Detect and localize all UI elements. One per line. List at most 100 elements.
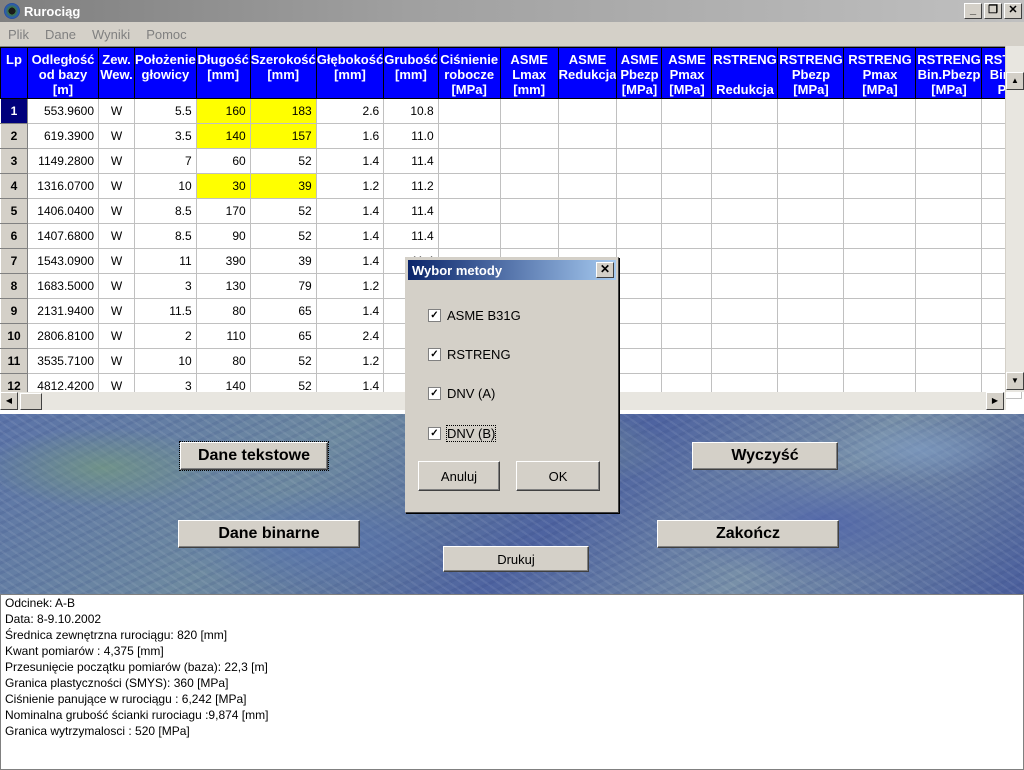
table-cell[interactable]: 2.6 xyxy=(315,98,385,124)
table-cell[interactable] xyxy=(499,123,559,149)
table-cell[interactable]: 3.5 xyxy=(134,123,197,149)
table-cell[interactable]: W xyxy=(98,348,135,374)
table-cell[interactable]: 8.5 xyxy=(134,223,197,249)
table-cell[interactable] xyxy=(915,198,983,224)
table-cell[interactable] xyxy=(616,123,663,149)
table-cell[interactable] xyxy=(616,173,663,199)
table-cell[interactable] xyxy=(499,98,559,124)
minimize-button[interactable]: _ xyxy=(964,3,982,19)
table-cell[interactable] xyxy=(499,198,559,224)
table-cell[interactable] xyxy=(437,198,501,224)
table-cell[interactable] xyxy=(915,248,983,274)
row-number[interactable]: 10 xyxy=(0,323,28,349)
checkbox-asme[interactable]: ✓ xyxy=(428,309,441,322)
table-cell[interactable]: 1.2 xyxy=(315,273,385,299)
table-cell[interactable] xyxy=(843,323,917,349)
table-cell[interactable] xyxy=(843,98,917,124)
checkbox-dnv-b[interactable]: ✓ xyxy=(428,427,441,440)
table-cell[interactable] xyxy=(711,223,779,249)
menu-plik[interactable]: Plik xyxy=(0,27,37,42)
table-cell[interactable] xyxy=(777,298,845,324)
table-cell[interactable] xyxy=(661,173,713,199)
table-cell[interactable] xyxy=(843,298,917,324)
table-cell[interactable]: 39 xyxy=(249,248,317,274)
table-cell[interactable]: 130 xyxy=(195,273,251,299)
table-cell[interactable]: 52 xyxy=(249,348,317,374)
zakoncz-button[interactable]: Zakończ xyxy=(657,520,839,548)
table-cell[interactable] xyxy=(711,298,779,324)
column-header[interactable]: RSTRENG Bin.Pbezp [MPa] xyxy=(915,47,983,99)
table-cell[interactable] xyxy=(616,298,663,324)
table-cell[interactable] xyxy=(437,148,501,174)
table-cell[interactable] xyxy=(557,173,618,199)
table-cell[interactable]: 80 xyxy=(195,298,251,324)
table-cell[interactable] xyxy=(616,98,663,124)
table-cell[interactable]: 1149.2800 xyxy=(27,148,99,174)
table-cell[interactable]: 619.3900 xyxy=(27,123,99,149)
table-cell[interactable] xyxy=(661,148,713,174)
table-cell[interactable]: 79 xyxy=(249,273,317,299)
table-cell[interactable]: 90 xyxy=(195,223,251,249)
table-cell[interactable] xyxy=(915,223,983,249)
table-cell[interactable]: 553.9600 xyxy=(27,98,99,124)
table-cell[interactable]: 183 xyxy=(249,98,317,124)
table-cell[interactable]: 52 xyxy=(249,223,317,249)
table-cell[interactable] xyxy=(557,98,618,124)
row-number[interactable]: 4 xyxy=(0,173,28,199)
column-header[interactable]: Ciśnienie robocze [MPa] xyxy=(437,47,501,99)
table-cell[interactable]: 1683.5000 xyxy=(27,273,99,299)
table-row[interactable]: 1 553.9600 W 5.5 160 183 2.6 10.8 xyxy=(0,98,1023,124)
table-cell[interactable] xyxy=(661,273,713,299)
table-cell[interactable] xyxy=(557,123,618,149)
table-cell[interactable]: 11.0 xyxy=(383,123,439,149)
table-cell[interactable] xyxy=(661,298,713,324)
table-cell[interactable]: 1407.6800 xyxy=(27,223,99,249)
table-cell[interactable]: 7 xyxy=(134,148,197,174)
column-header[interactable]: Odległość od bazy [m] xyxy=(27,47,99,99)
checkbox-rstreng[interactable]: ✓ xyxy=(428,348,441,361)
table-cell[interactable] xyxy=(843,123,917,149)
table-cell[interactable]: 2131.9400 xyxy=(27,298,99,324)
column-header[interactable]: ASME Pbezp [MPa] xyxy=(616,47,663,99)
column-header[interactable]: Położenie głowicy xyxy=(134,47,197,99)
table-cell[interactable]: 390 xyxy=(195,248,251,274)
table-cell[interactable]: 30 xyxy=(195,173,251,199)
table-cell[interactable] xyxy=(843,248,917,274)
table-cell[interactable]: 157 xyxy=(249,123,317,149)
table-cell[interactable] xyxy=(616,323,663,349)
column-header[interactable]: Głębokość [mm] xyxy=(315,47,385,99)
table-cell[interactable]: 1543.0900 xyxy=(27,248,99,274)
table-cell[interactable]: W xyxy=(98,298,135,324)
table-cell[interactable]: 1.2 xyxy=(315,173,385,199)
scroll-left-icon[interactable]: ◀ xyxy=(0,392,18,410)
table-cell[interactable]: 39 xyxy=(249,173,317,199)
table-cell[interactable]: 52 xyxy=(249,148,317,174)
table-cell[interactable] xyxy=(499,148,559,174)
table-cell[interactable] xyxy=(661,223,713,249)
scroll-down-icon[interactable]: ▼ xyxy=(1006,372,1024,390)
table-cell[interactable] xyxy=(843,348,917,374)
table-cell[interactable] xyxy=(843,273,917,299)
table-cell[interactable]: 1.4 xyxy=(315,198,385,224)
table-cell[interactable] xyxy=(437,173,501,199)
table-cell[interactable]: 11.4 xyxy=(383,223,439,249)
row-number[interactable]: 9 xyxy=(0,298,28,324)
table-cell[interactable] xyxy=(843,223,917,249)
info-textarea[interactable]: Odcinek: A-B Data: 8-9.10.2002 Średnica ze… xyxy=(0,594,1024,770)
table-cell[interactable]: 1.6 xyxy=(315,123,385,149)
table-cell[interactable]: 11 xyxy=(134,248,197,274)
table-cell[interactable]: 65 xyxy=(249,298,317,324)
table-cell[interactable]: 110 xyxy=(195,323,251,349)
table-cell[interactable]: 2806.8100 xyxy=(27,323,99,349)
table-cell[interactable] xyxy=(616,223,663,249)
scroll-up-icon[interactable]: ▲ xyxy=(1006,72,1024,90)
table-cell[interactable]: 2 xyxy=(134,323,197,349)
dane-binarne-button[interactable]: Dane binarne xyxy=(178,520,360,548)
table-cell[interactable] xyxy=(711,173,779,199)
table-cell[interactable]: W xyxy=(98,123,135,149)
table-cell[interactable]: 11.4 xyxy=(383,148,439,174)
table-cell[interactable] xyxy=(557,198,618,224)
table-cell[interactable]: 160 xyxy=(195,98,251,124)
table-cell[interactable] xyxy=(843,198,917,224)
table-cell[interactable]: 2.4 xyxy=(315,323,385,349)
